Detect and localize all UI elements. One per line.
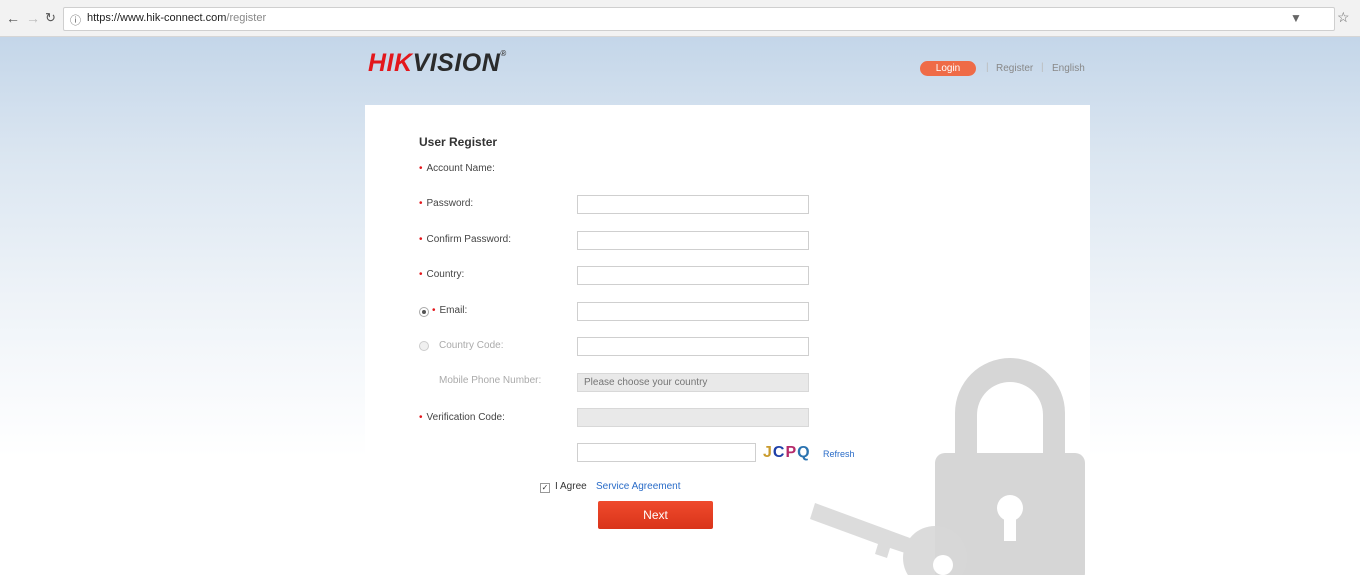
country-input[interactable] [577,302,809,321]
email-label-text: Email: [439,305,468,316]
address-bar[interactable]: ⓘ https://www.hik-connect.com/register [63,7,1335,31]
agree-label: I Agree [555,481,587,492]
mobile-phone-input[interactable] [577,408,809,427]
logo-registered-mark: ® [500,49,507,58]
confirm-password-label: • Confirm Password: [419,234,511,245]
captcha-char: P [785,444,798,461]
url-path: /register [226,12,267,24]
country-code-label: Country Code: [439,340,504,351]
required-marker: • [432,305,436,316]
confirm-password-input[interactable] [577,266,809,285]
form-title: User Register [419,135,498,149]
required-marker: • [419,269,423,280]
next-button[interactable]: Next [598,501,713,529]
account-name-input[interactable] [577,195,809,214]
confirm-password-label-text: Confirm Password: [426,234,511,245]
browser-toolbar: ← → ↻ ⓘ https://www.hik-connect.com/regi… [0,0,1360,37]
register-card: User Register • Account Name: • Password: … [365,105,1090,575]
agree-checkbox[interactable]: ✓ [540,483,550,493]
email-label: • Email: [432,305,467,316]
back-icon[interactable]: ← [6,11,20,25]
email-input[interactable] [577,337,809,356]
lock-key-illustration [810,358,1085,575]
required-marker: • [419,198,423,209]
mobile-phone-label: Mobile Phone Number: [439,375,542,386]
country-label-text: Country: [426,269,465,280]
service-agreement-link[interactable]: Service Agreement [596,481,681,492]
password-label: • Password: [419,198,473,209]
url-text[interactable]: https://www.hik-connect.com/register [87,12,266,24]
register-link[interactable]: Register [996,63,1033,74]
email-radio[interactable] [419,307,429,317]
nav-divider: | [1041,62,1044,73]
account-name-label-text: Account Name: [426,163,495,174]
verification-code-label-text: Verification Code: [426,412,505,423]
hikvision-logo[interactable]: HIKVISION® [368,49,507,78]
phone-radio[interactable] [419,341,429,351]
country-code-select[interactable] [577,373,809,392]
url-host: https://www.hik-connect.com [87,12,227,24]
login-button[interactable]: Login [920,61,976,76]
refresh-captcha-link[interactable]: Refresh [823,449,855,459]
reload-icon[interactable]: ↻ [45,11,56,25]
verification-code-label: • Verification Code: [419,412,505,423]
password-input[interactable] [577,231,809,250]
captcha-char: J [763,444,773,461]
required-marker: • [419,412,423,423]
logo-vision-text: VISION [412,49,501,77]
forward-icon[interactable]: → [26,11,40,25]
star-icon[interactable]: ☆ [1337,9,1350,26]
captcha-char: C [772,444,786,461]
logo-hik-text: HIK [368,49,413,77]
account-name-label: • Account Name: [419,163,495,174]
extension-icon[interactable]: ▼ [1290,11,1302,25]
language-link[interactable]: English [1052,63,1085,74]
country-label: • Country: [419,269,464,280]
required-marker: • [419,163,423,174]
nav-divider: | [986,62,989,73]
captcha-char: Q [797,444,811,461]
captcha-image[interactable]: JCPQ [763,444,811,462]
info-icon[interactable]: ⓘ [70,12,81,28]
required-marker: • [419,234,423,245]
verification-code-input[interactable] [577,443,756,462]
page-background: HIKVISION® Login | Register | English Us… [0,37,1360,575]
password-label-text: Password: [426,198,474,209]
